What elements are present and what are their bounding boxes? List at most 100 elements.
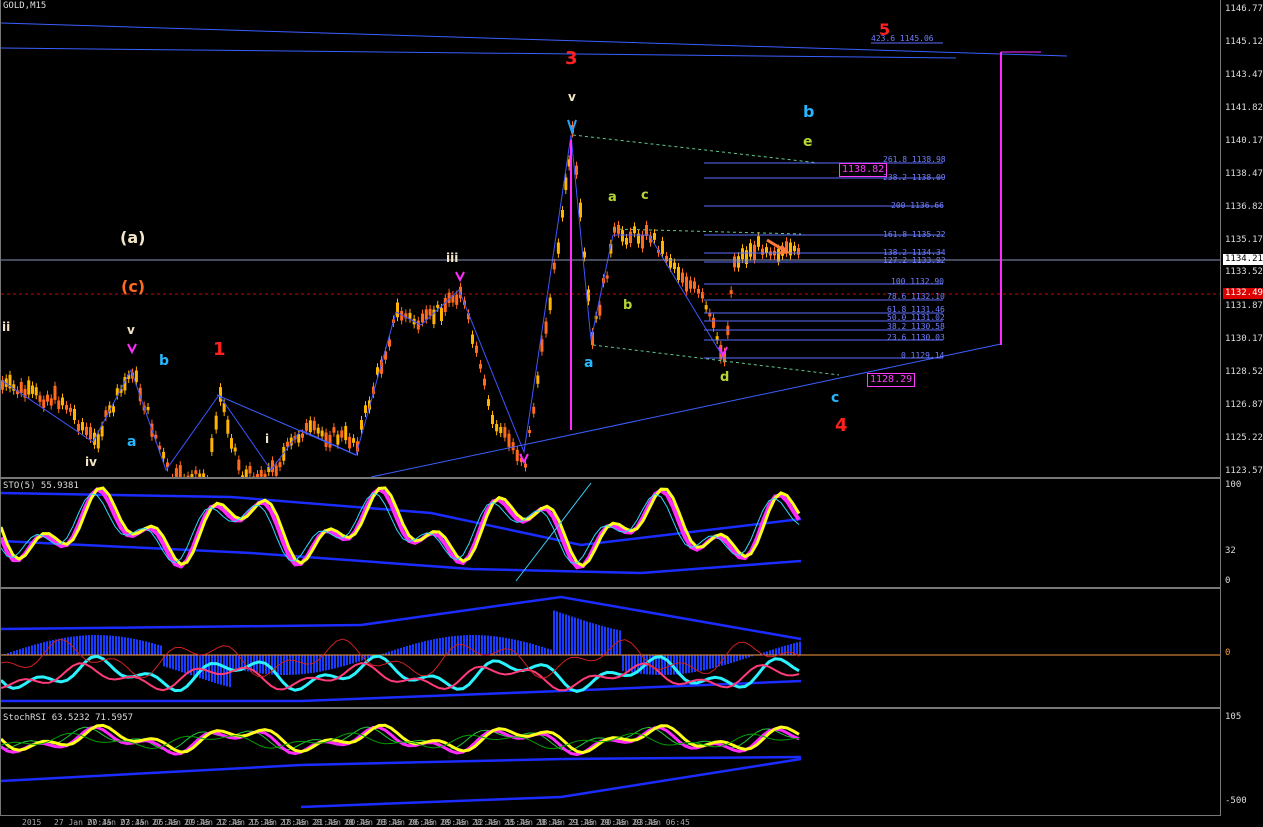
macd-histogram-bar bbox=[175, 655, 177, 671]
candle-body bbox=[259, 469, 263, 477]
macd-histogram-bar bbox=[541, 646, 543, 655]
wave-label-1: 1 bbox=[213, 339, 226, 360]
macd-histogram-bar bbox=[301, 655, 303, 675]
candle-body bbox=[340, 430, 344, 438]
macd-pane[interactable] bbox=[0, 588, 1221, 708]
macd-histogram-bar bbox=[532, 644, 534, 655]
candle-body bbox=[503, 427, 507, 438]
candle-body bbox=[641, 234, 644, 249]
macd-histogram-bar bbox=[583, 620, 585, 655]
macd-histogram-bar bbox=[796, 642, 798, 655]
candle-body bbox=[689, 280, 692, 289]
candle-body bbox=[38, 395, 42, 402]
price-axis[interactable]: 1146.77 1145.12 1143.47 1141.82 1140.17 … bbox=[1221, 0, 1263, 478]
candle-body bbox=[681, 272, 684, 283]
candle-body bbox=[248, 466, 252, 474]
price-tick: 1126.87 bbox=[1225, 400, 1263, 410]
macd-histogram-bar bbox=[109, 635, 111, 655]
macd-histogram-bar bbox=[88, 635, 90, 655]
macd-histogram-bar bbox=[775, 648, 777, 655]
macd-histogram-bar bbox=[148, 642, 150, 655]
stochrsi-title: StochRSI 63.5232 71.5957 bbox=[3, 713, 134, 723]
target-box-lower[interactable]: 1128.29 bbox=[867, 373, 916, 387]
fib-label: 78.6 1132.10 bbox=[887, 292, 945, 301]
candle-body bbox=[73, 408, 76, 421]
fib-label: 161.8 1135.22 bbox=[883, 230, 946, 239]
macd-histogram-bar bbox=[283, 655, 285, 675]
macd-axis: 0 bbox=[1221, 588, 1263, 708]
macd-histogram-bar bbox=[769, 650, 771, 655]
macd-histogram-bar bbox=[103, 635, 105, 655]
macd-histogram-bar bbox=[331, 655, 333, 670]
triangle-upper-dotted-2 bbox=[612, 228, 802, 235]
macd-histogram-bar bbox=[433, 639, 435, 655]
wave-label-v-top: v bbox=[568, 90, 576, 104]
macd-histogram-bar bbox=[232, 655, 234, 669]
candle-body bbox=[455, 294, 459, 305]
triangle-upper-dotted bbox=[572, 134, 820, 164]
macd-histogram-bar bbox=[523, 641, 525, 655]
candle-body bbox=[65, 405, 68, 410]
macd-histogram-bar bbox=[466, 635, 468, 655]
price-chart-pane[interactable]: GOLD,M15 5 3 v b e a c (a) (c) iii b ii … bbox=[0, 0, 1221, 478]
macd-histogram-bar bbox=[340, 655, 342, 667]
candle-body bbox=[336, 434, 340, 445]
macd-histogram-bar bbox=[166, 655, 168, 668]
stochastic-pane[interactable]: STO(5) 55.9381 bbox=[0, 478, 1221, 588]
macd-histogram-bar bbox=[547, 648, 549, 655]
macd-histogram-bar bbox=[19, 649, 21, 655]
macd-histogram-bar bbox=[577, 618, 579, 655]
stochrsi-pane[interactable]: StochRSI 63.5232 71.5957 bbox=[0, 708, 1221, 816]
macd-histogram-bar bbox=[235, 655, 237, 669]
candle-body bbox=[134, 370, 138, 383]
wave-label-4: 4 bbox=[835, 415, 848, 436]
macd-histogram-bar bbox=[211, 655, 213, 683]
macd-histogram-bar bbox=[706, 655, 708, 670]
macd-histogram-bar bbox=[424, 641, 426, 655]
macd-histogram-bar bbox=[505, 637, 507, 655]
price-tick: 1136.82 bbox=[1225, 202, 1263, 212]
macd-histogram-bar bbox=[208, 655, 210, 682]
macd-histogram-bar bbox=[403, 646, 405, 655]
macd-histogram-bar bbox=[427, 640, 429, 655]
current-price-tag: 1134.21 bbox=[1223, 254, 1263, 265]
macd-histogram-bar bbox=[145, 641, 147, 655]
candle-body bbox=[146, 406, 150, 411]
price-tick: 1143.47 bbox=[1225, 70, 1263, 80]
macd-histogram-bar bbox=[460, 635, 462, 655]
macd-histogram-bar bbox=[691, 655, 693, 673]
macd-histogram-bar bbox=[304, 655, 306, 674]
macd-histogram-bar bbox=[31, 645, 33, 655]
candle-body bbox=[69, 407, 72, 412]
time-axis[interactable]: 2015 27 Jan 00:45 27 Jan 03:45 27 Jan 06… bbox=[0, 816, 1221, 827]
time-tick: 29 Jan 06:45 bbox=[632, 818, 690, 827]
price-tick: 1145.12 bbox=[1225, 37, 1263, 47]
stoch-signal-line bbox=[1, 486, 801, 570]
macd-histogram-bar bbox=[544, 647, 546, 655]
macd-histogram-bar bbox=[394, 649, 396, 655]
candle-body bbox=[625, 237, 628, 245]
macd-histogram-bar bbox=[193, 655, 195, 677]
target-box-upper[interactable]: 1138.82 bbox=[839, 163, 888, 177]
price-tick: 1135.17 bbox=[1225, 235, 1263, 245]
macd-histogram-bar bbox=[613, 628, 615, 655]
magenta-arrow-icon bbox=[127, 343, 137, 355]
macd-histogram-bar bbox=[118, 636, 120, 655]
candle-body bbox=[162, 451, 166, 459]
wave-label-i: i bbox=[265, 432, 270, 446]
macd-histogram-bar bbox=[688, 655, 690, 673]
macd-histogram-bar bbox=[343, 655, 345, 667]
macd-histogram-bar bbox=[709, 655, 711, 669]
macd-histogram-bar bbox=[625, 655, 627, 672]
macd-histogram-bar bbox=[565, 614, 567, 655]
macd-histogram-bar bbox=[499, 636, 501, 655]
macd-histogram-bar bbox=[106, 635, 108, 655]
macd-histogram-bar bbox=[37, 643, 39, 655]
macd-histogram-bar bbox=[442, 637, 444, 655]
macd-histogram-bar bbox=[787, 644, 789, 655]
macd-histogram-bar bbox=[592, 623, 594, 655]
macd-histogram-bar bbox=[478, 635, 480, 655]
macd-histogram-bar bbox=[97, 635, 99, 655]
macd-histogram-bar bbox=[214, 655, 216, 683]
macd-histogram-bar bbox=[598, 625, 600, 655]
